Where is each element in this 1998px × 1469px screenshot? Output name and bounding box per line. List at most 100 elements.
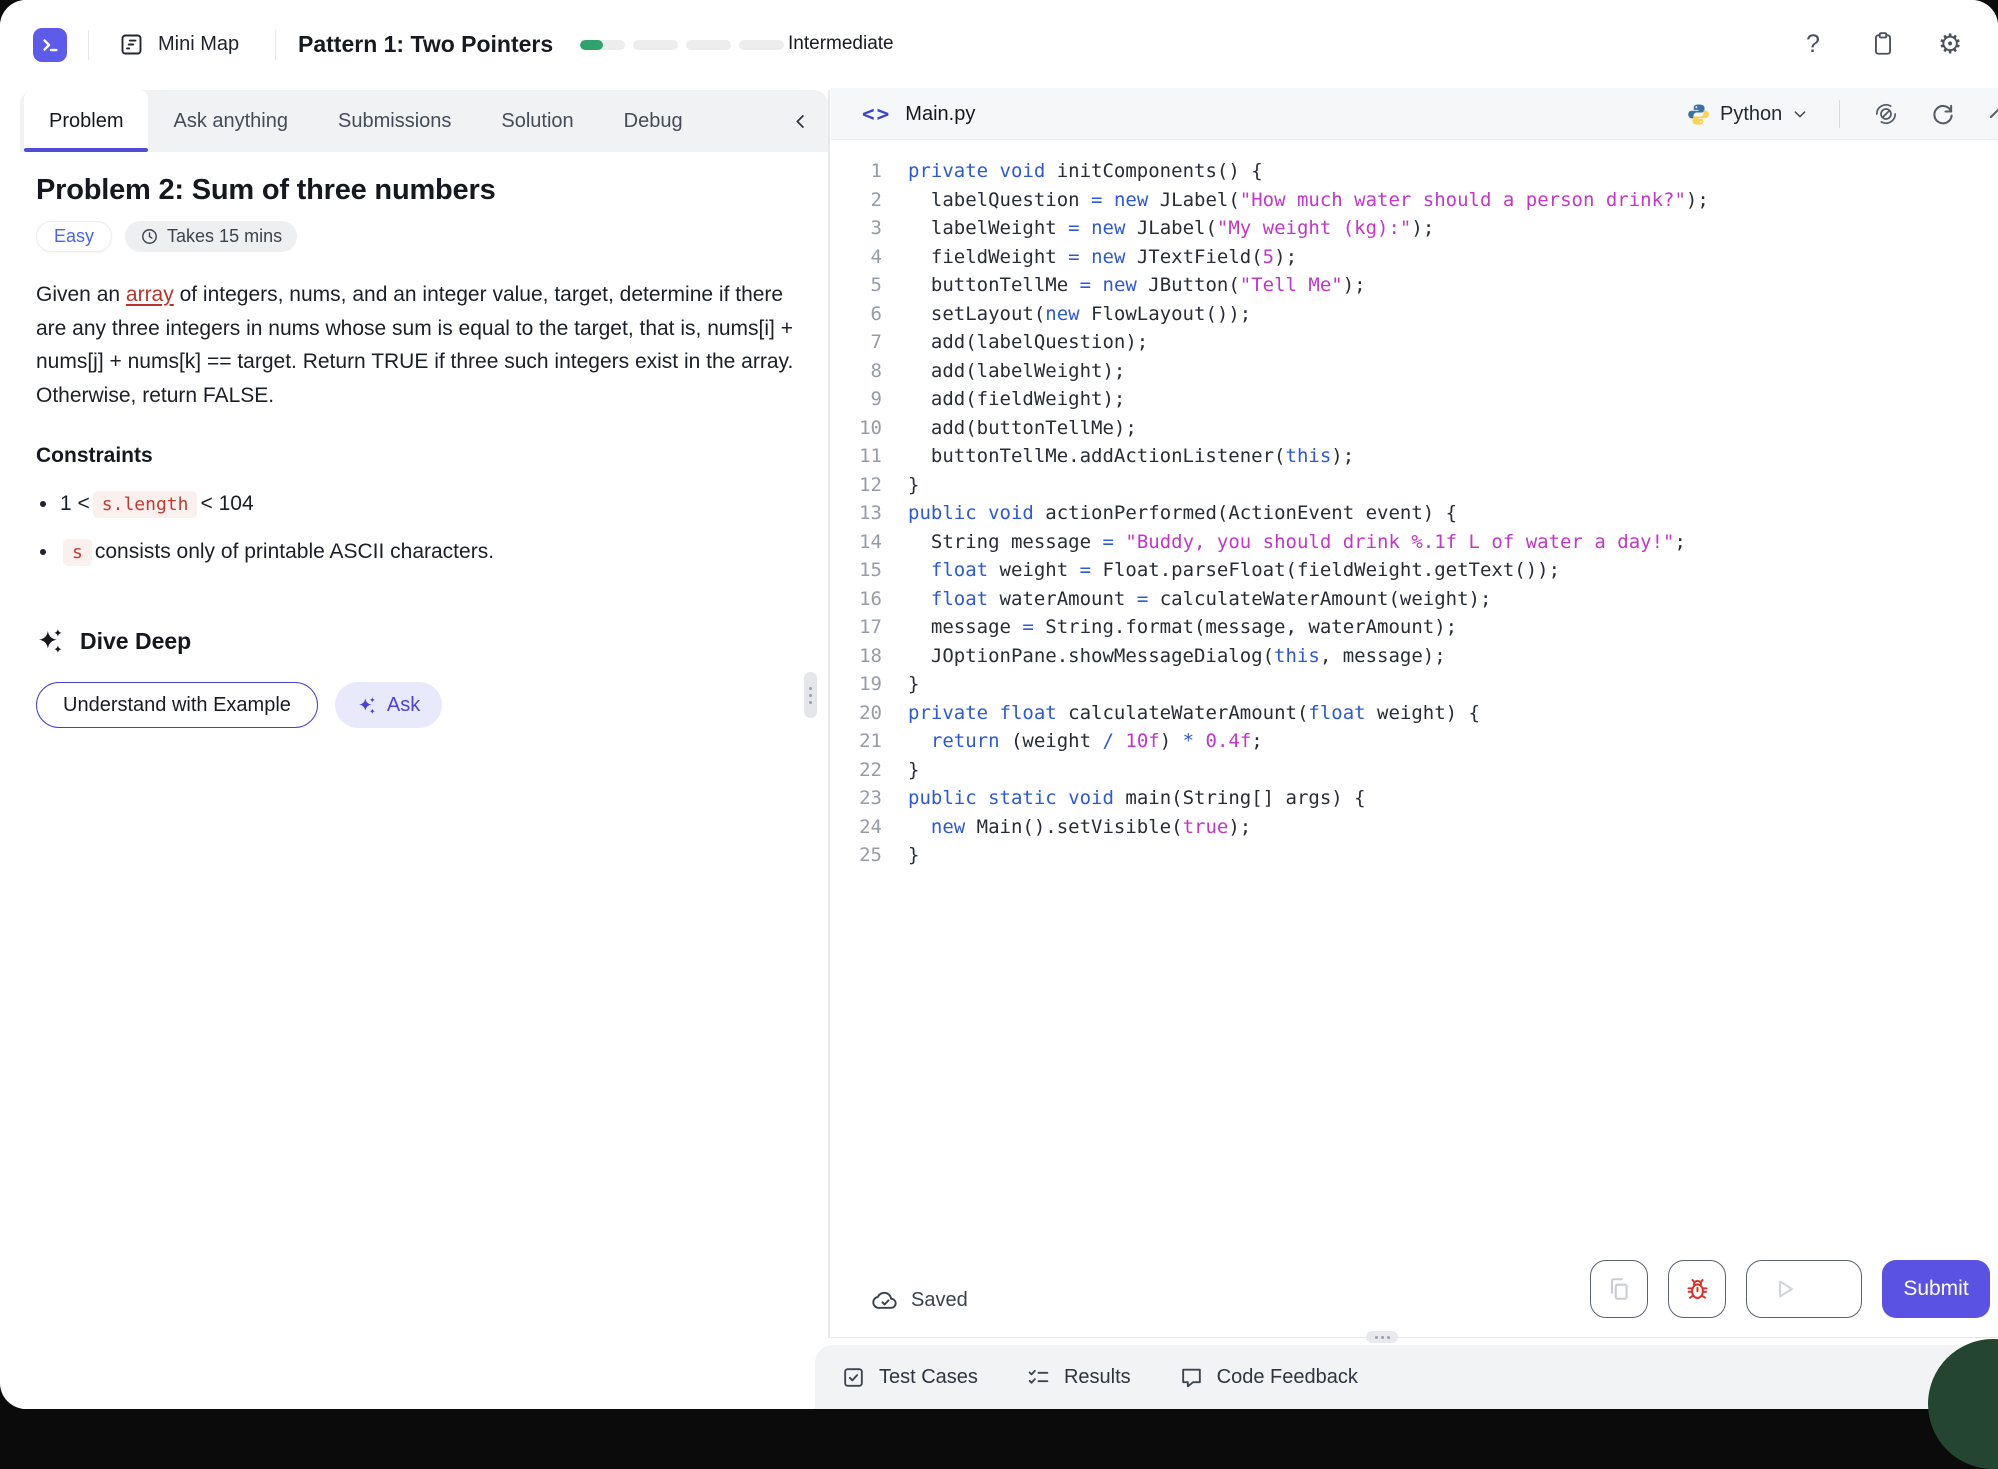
code-line: 12} (831, 471, 1998, 500)
language-selector[interactable]: Python (1687, 88, 1808, 140)
line-number: 16 (831, 588, 882, 610)
clipboard-icon[interactable] (1870, 0, 1896, 88)
code-line: 23public static void main(String[] args)… (831, 784, 1998, 813)
code-editor-panel: <> Main.py Python (831, 88, 1998, 1409)
code-line: 4 fieldWeight = new JTextField(5); (831, 243, 1998, 272)
editor-header: <> Main.py Python (831, 88, 1998, 140)
code-line: 5 buttonTellMe = new JButton("Tell Me"); (831, 271, 1998, 300)
progress-segment (686, 40, 731, 50)
debug-button[interactable] (1668, 1260, 1726, 1318)
mini-map-label: Mini Map (158, 33, 239, 56)
reset-code-icon[interactable] (1930, 88, 1956, 140)
dive-deep-title: Dive Deep (80, 628, 191, 655)
line-number: 10 (831, 417, 882, 439)
code-line: 2 labelQuestion = new JLabel("How much w… (831, 186, 1998, 215)
bottom-bar: Test Cases Results Code Feedback (815, 1345, 1998, 1409)
mini-map-button[interactable]: Mini Map (118, 22, 239, 66)
app-logo[interactable] (33, 28, 67, 62)
panel-resize-handle[interactable] (804, 672, 817, 718)
problem-badges: Easy Takes 15 mins (36, 221, 297, 252)
code-line: 25} (831, 841, 1998, 870)
code-line: 11 buttonTellMe.addActionListener(this); (831, 442, 1998, 471)
code-line: 17 message = String.format(message, wate… (831, 613, 1998, 642)
mini-map-icon (118, 31, 145, 58)
line-number: 23 (831, 787, 882, 809)
tab-solution[interactable]: Solution (476, 90, 598, 152)
inline-code: s (63, 539, 92, 566)
line-number: 9 (831, 388, 882, 410)
understand-with-example-button[interactable]: Understand with Example (36, 682, 318, 728)
save-status-label: Saved (911, 1289, 968, 1312)
code-line: 8 add(labelWeight); (831, 357, 1998, 386)
code-line: 9 add(fieldWeight); (831, 385, 1998, 414)
top-bar: Mini Map Pattern 1: Two Pointers Interme… (0, 0, 1998, 88)
run-button[interactable] (1746, 1260, 1862, 1318)
line-number: 13 (831, 502, 882, 524)
ask-button[interactable]: Ask (335, 682, 442, 728)
problem-panel: Problem Ask anything Submissions Solutio… (20, 90, 828, 1409)
results-tab[interactable]: Results (1026, 1365, 1131, 1390)
tab-ask-anything[interactable]: Ask anything (148, 90, 313, 152)
constraint-item: 1 < s.length < 104 (40, 480, 494, 528)
tab-submissions[interactable]: Submissions (313, 90, 476, 152)
code-line: 3 labelWeight = new JLabel("My weight (k… (831, 214, 1998, 243)
code-line: 16 float waterAmount = calculateWaterAmo… (831, 585, 1998, 614)
gear-icon[interactable]: ⚙ (1938, 0, 1962, 88)
expand-editor-icon[interactable] (1986, 102, 1998, 126)
tab-debug[interactable]: Debug (599, 90, 708, 152)
python-logo-icon (1687, 103, 1710, 126)
autosave-off-icon[interactable] (1873, 88, 1899, 140)
test-cases-tab[interactable]: Test Cases (841, 1365, 978, 1390)
line-number: 20 (831, 702, 882, 724)
bottom-panel-resize-handle[interactable] (1366, 1331, 1398, 1343)
line-number: 2 (831, 189, 882, 211)
term-link[interactable]: array (126, 283, 174, 306)
code-line: 22} (831, 756, 1998, 785)
help-icon[interactable]: ? (1806, 0, 1820, 88)
level-badge: Intermediate (788, 0, 894, 88)
code-line: 1private void initComponents() { (831, 157, 1998, 186)
progress-segment (739, 40, 784, 50)
line-number: 7 (831, 331, 882, 353)
app-window: Mini Map Pattern 1: Two Pointers Interme… (0, 0, 1998, 1409)
submit-button[interactable]: Submit (1882, 1260, 1990, 1318)
code-feedback-label: Code Feedback (1217, 1366, 1358, 1389)
checkbox-check-icon (841, 1365, 866, 1390)
sparkles-icon (36, 626, 66, 656)
progress-segment (580, 40, 625, 50)
duration-label: Takes 15 mins (167, 226, 282, 247)
progress-segment (633, 40, 678, 50)
line-number: 14 (831, 531, 882, 553)
text-segment: Given an (36, 283, 126, 306)
results-label: Results (1064, 1366, 1131, 1389)
line-number: 19 (831, 673, 882, 695)
duration-badge: Takes 15 mins (125, 221, 297, 252)
code-feedback-tab[interactable]: Code Feedback (1179, 1365, 1358, 1390)
code-lines: 1private void initComponents() {2 labelQ… (831, 157, 1998, 870)
text-segment: consists only of printable ASCII charact… (95, 540, 494, 564)
line-number: 3 (831, 217, 882, 239)
code-editor[interactable]: 1private void initComponents() {2 labelQ… (831, 140, 1998, 1337)
progress-bar (580, 40, 784, 50)
line-number: 17 (831, 616, 882, 638)
pattern-title: Pattern 1: Two Pointers (298, 0, 553, 88)
language-label: Python (1720, 103, 1782, 126)
line-number: 24 (831, 816, 882, 838)
play-icon (1773, 1277, 1797, 1301)
ask-button-label: Ask (387, 694, 420, 717)
line-number: 1 (831, 160, 882, 182)
code-line: 13public void actionPerformed(ActionEven… (831, 499, 1998, 528)
line-number: 18 (831, 645, 882, 667)
problem-description: Given an array of integers, nums, and an… (36, 278, 814, 412)
editor-actions: Submit (1590, 1260, 1990, 1318)
copy-code-button[interactable] (1590, 1260, 1648, 1318)
code-line: 14 String message = "Buddy, you should d… (831, 528, 1998, 557)
tab-problem[interactable]: Problem (24, 90, 148, 152)
collapse-panel-icon[interactable] (788, 109, 812, 133)
topbar-divider (88, 30, 89, 60)
sparkles-icon (357, 695, 378, 716)
file-tag: <> Main.py (862, 88, 975, 140)
code-tag-icon: <> (862, 102, 891, 126)
code-line: 18 JOptionPane.showMessageDialog(this, m… (831, 642, 1998, 671)
line-number: 21 (831, 730, 882, 752)
